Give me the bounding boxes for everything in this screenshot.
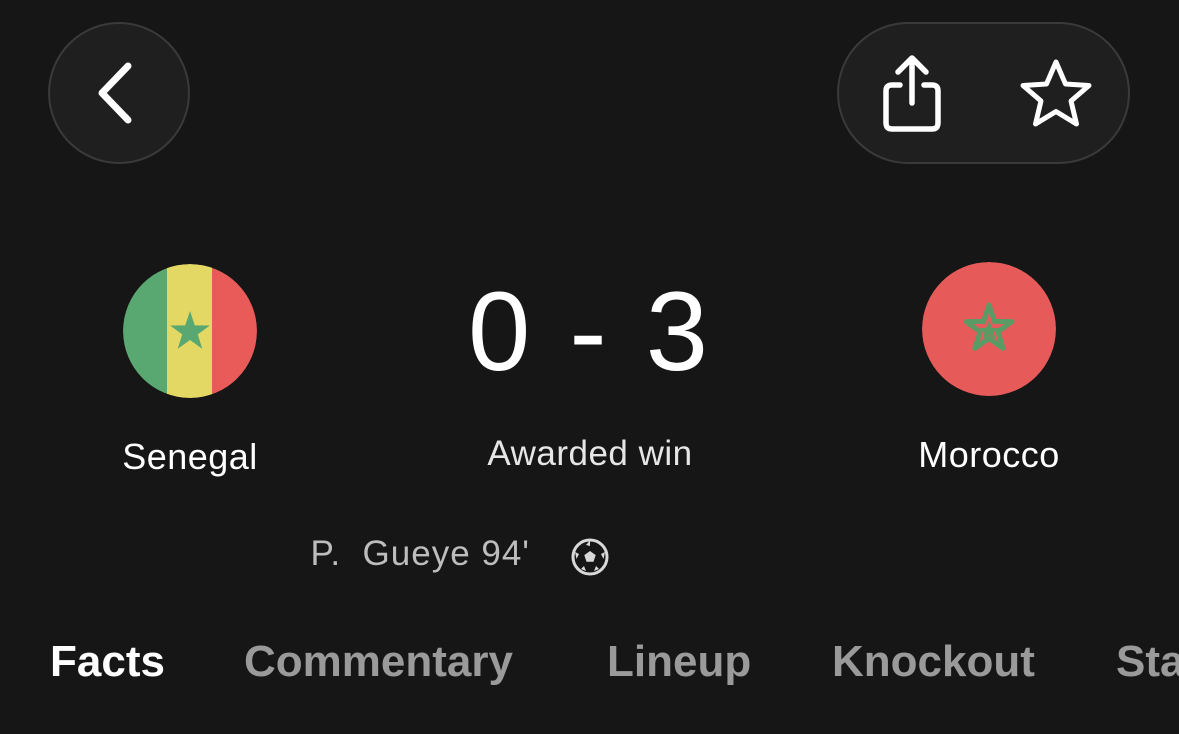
match-page: Senegal 0 - 3 Awarded win Morocco P. Gue… <box>0 0 1179 734</box>
tab-lineup[interactable]: Lineup <box>607 630 751 694</box>
tab-knockout[interactable]: Knockout <box>832 630 1035 694</box>
match-result-status: Awarded win <box>487 434 693 473</box>
away-team[interactable]: Morocco <box>859 262 1119 476</box>
star-outline-icon <box>1020 59 1092 127</box>
share-button[interactable] <box>839 24 985 162</box>
back-button[interactable] <box>48 22 190 164</box>
away-team-name: Morocco <box>918 434 1060 475</box>
soccer-ball-icon <box>571 538 609 576</box>
home-team-name: Senegal <box>122 436 258 477</box>
morocco-flag <box>922 262 1056 396</box>
home-team[interactable]: Senegal <box>60 264 320 478</box>
match-score: 0 - 3 <box>467 269 713 394</box>
header-actions <box>837 22 1130 164</box>
tab-stats[interactable]: Stats <box>1116 630 1179 694</box>
senegal-flag <box>123 264 257 398</box>
chevron-left-icon <box>98 62 132 124</box>
favorite-button[interactable] <box>983 24 1129 162</box>
match-tabs: Facts Commentary Lineup Knockout Stats <box>0 630 1179 694</box>
tab-commentary[interactable]: Commentary <box>244 630 513 694</box>
home-goal-scorer: P. Gueye 94' <box>310 534 530 573</box>
share-icon <box>883 55 941 132</box>
tab-facts[interactable]: Facts <box>50 630 165 694</box>
